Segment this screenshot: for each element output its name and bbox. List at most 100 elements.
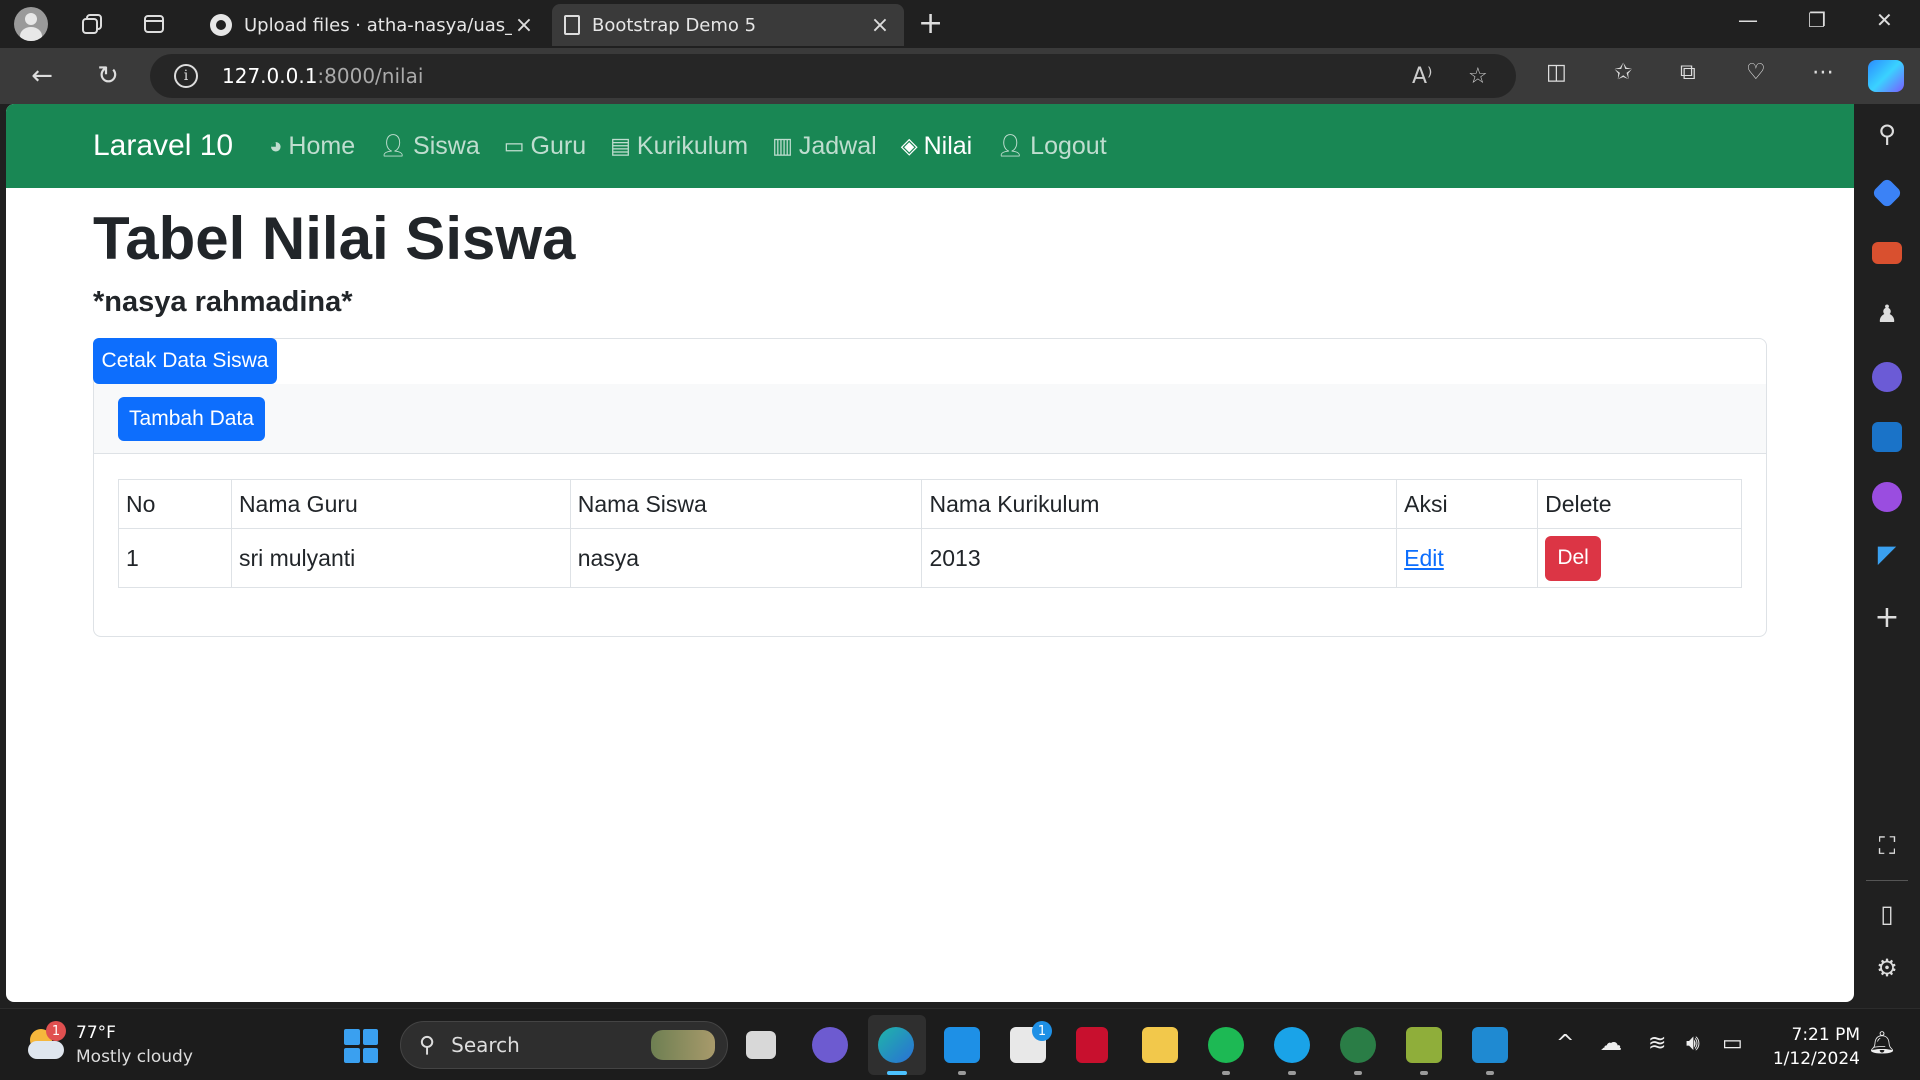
delete-button[interactable]: Del xyxy=(1545,535,1602,581)
nav-jadwal[interactable]: ▥ Jadwal xyxy=(772,132,877,161)
nav-kurikulum[interactable]: ▤ Kurikulum xyxy=(610,132,748,161)
app-indicator xyxy=(1486,1071,1494,1075)
add-icon[interactable]: + xyxy=(1870,600,1904,635)
mcafee-icon[interactable] xyxy=(1076,1027,1108,1063)
start-button[interactable] xyxy=(344,1029,378,1063)
nilai-table: No Nama Guru Nama Siswa Nama Kurikulum A… xyxy=(118,479,1742,588)
dashboard-icon: ◕ xyxy=(269,133,283,158)
tab-title: Bootstrap Demo 5 xyxy=(592,14,757,36)
address-bar[interactable]: i 127.0.0.1:8000/nilai A⁾ ☆ xyxy=(150,54,1516,98)
table-header-row: No Nama Guru Nama Siswa Nama Kurikulum A… xyxy=(118,479,1742,529)
active-app-indicator xyxy=(887,1071,907,1075)
more-options-icon[interactable]: ⋯ xyxy=(1812,60,1834,85)
copilot-icon[interactable] xyxy=(1868,60,1904,92)
workspaces-icon[interactable] xyxy=(74,6,110,42)
favorite-star-icon[interactable]: ☆ xyxy=(1468,64,1488,89)
teams-chat-icon[interactable] xyxy=(812,1027,848,1063)
cell-delete: Del xyxy=(1537,528,1742,588)
main-content: Tabel Nilai Siswa *nasya rahmadina* Ceta… xyxy=(93,188,1767,637)
tab-upload-files[interactable]: Upload files · atha-nasya/uas_nas × xyxy=(198,4,548,46)
screenshot-icon[interactable]: ⛶ xyxy=(1870,832,1904,860)
nav-guru[interactable]: ▭ Guru xyxy=(504,132,586,161)
tambah-data-button[interactable]: Tambah Data xyxy=(118,397,265,441)
send-icon[interactable]: ◤ xyxy=(1870,540,1904,568)
taskbar: 1 77°F Mostly cloudy ⚲ Search 1 ^ ☁ ≋ 🔊︎… xyxy=(0,1008,1920,1080)
nav-nilai[interactable]: ◈ Nilai xyxy=(901,132,973,161)
app-indicator xyxy=(958,1071,966,1075)
refresh-icon[interactable]: ↻ xyxy=(90,58,126,94)
file-explorer-icon[interactable] xyxy=(1142,1027,1178,1063)
outlook-icon[interactable] xyxy=(1872,422,1902,452)
cell-nama-kurikulum: 2013 xyxy=(921,528,1398,588)
minimize-icon[interactable]: — xyxy=(1738,8,1758,32)
clock-date: 1/12/2024 xyxy=(1772,1049,1860,1069)
wifi-icon[interactable]: ≋ xyxy=(1648,1031,1666,1056)
weather-description[interactable]: Mostly cloudy xyxy=(76,1047,193,1067)
nav-siswa-label: Siswa xyxy=(413,131,480,160)
games-icon[interactable]: ♟ xyxy=(1870,300,1904,328)
search-icon: ⚲ xyxy=(419,1032,436,1058)
favorites-icon[interactable]: ✩ xyxy=(1614,60,1632,85)
chevron-up-icon[interactable]: ^ xyxy=(1556,1031,1574,1056)
l-app-icon[interactable] xyxy=(944,1027,980,1063)
edge-browser-icon[interactable] xyxy=(878,1027,914,1063)
url-host: 127.0.0.1 xyxy=(222,64,318,88)
data-card: Cetak Data Siswa Tambah Data No Nama Gur… xyxy=(93,338,1767,637)
split-screen-icon[interactable]: ◫ xyxy=(1546,60,1567,85)
nav-home[interactable]: ◕ Home xyxy=(269,132,355,161)
sidebar-divider xyxy=(1866,880,1908,881)
shopping-tag-icon[interactable] xyxy=(1871,177,1903,209)
app-indicator xyxy=(1420,1071,1428,1075)
tab-actions-icon[interactable] xyxy=(136,6,172,42)
volume-icon[interactable]: 🔊︎ xyxy=(1686,1031,1700,1056)
taskbar-search[interactable]: ⚲ Search xyxy=(400,1021,728,1069)
profile-avatar[interactable] xyxy=(14,7,48,41)
vscode-icon[interactable] xyxy=(1472,1027,1508,1063)
collections-icon[interactable]: ⧉ xyxy=(1680,60,1696,85)
close-window-icon[interactable]: ✕ xyxy=(1876,8,1893,32)
tab-title: Upload files · atha-nasya/uas_nas xyxy=(244,14,512,36)
chalkboard-teacher-icon: ▭ xyxy=(503,133,525,158)
lambda-app-icon[interactable] xyxy=(1406,1027,1442,1063)
notification-bell-icon[interactable]: 🔔︎ xyxy=(1868,1031,1896,1056)
nav-kurikulum-label: Kurikulum xyxy=(636,131,749,160)
cell-nama-siswa: nasya xyxy=(569,528,923,588)
clock-time: 7:21 PM xyxy=(1791,1025,1861,1045)
new-tab-icon[interactable]: + xyxy=(918,6,943,41)
designer-icon[interactable] xyxy=(1872,482,1902,512)
browser-essentials-icon[interactable]: ♡ xyxy=(1746,60,1766,85)
tab-bootstrap-demo[interactable]: Bootstrap Demo 5 × xyxy=(552,4,904,46)
close-icon[interactable]: × xyxy=(512,13,536,38)
cloud-app-icon[interactable] xyxy=(1274,1027,1310,1063)
nav-jadwal-label: Jadwal xyxy=(798,131,877,160)
page-subtitle: *nasya rahmadina* xyxy=(93,286,353,318)
edit-link[interactable]: Edit xyxy=(1404,545,1444,571)
microsoft-365-icon[interactable] xyxy=(1872,362,1902,392)
search-icon[interactable]: ⚲ xyxy=(1870,120,1904,148)
hs-app-icon[interactable] xyxy=(1340,1027,1376,1063)
close-icon[interactable]: × xyxy=(868,13,892,38)
browser-toolbar: ← ↻ i 127.0.0.1:8000/nilai A⁾ ☆ ◫ ✩ ⧉ ♡ … xyxy=(0,48,1920,104)
info-icon[interactable]: i xyxy=(174,64,198,88)
nav-logout[interactable]: 👤︎ Logout xyxy=(996,132,1106,161)
tools-icon[interactable] xyxy=(1872,242,1902,264)
weather-temperature[interactable]: 77°F xyxy=(76,1023,116,1043)
app-indicator xyxy=(1354,1071,1362,1075)
onedrive-cloud-icon[interactable]: ☁ xyxy=(1600,1031,1622,1056)
page-title: Tabel Nilai Siswa xyxy=(93,205,576,272)
battery-icon[interactable]: ▭ xyxy=(1722,1031,1743,1056)
settings-gear-icon[interactable]: ⚙ xyxy=(1870,954,1904,982)
navbar-brand[interactable]: Laravel 10 xyxy=(93,129,233,163)
taskbar-clock[interactable]: 7:21 PM 1/12/2024 xyxy=(1764,1023,1860,1071)
store-badge: 1 xyxy=(1032,1021,1052,1041)
read-aloud-icon[interactable]: A⁾ xyxy=(1412,64,1432,89)
back-icon[interactable]: ← xyxy=(24,58,60,94)
nav-siswa[interactable]: 👤︎ Siswa xyxy=(379,132,480,161)
sidebar-panel-icon[interactable]: ▯ xyxy=(1870,900,1904,928)
restore-icon[interactable]: ❐ xyxy=(1808,8,1826,32)
nav-logout-label: Logout xyxy=(1030,131,1107,160)
task-view-icon[interactable] xyxy=(746,1031,776,1059)
app-indicator xyxy=(1288,1071,1296,1075)
spotify-icon[interactable] xyxy=(1208,1027,1244,1063)
cetak-data-button[interactable]: Cetak Data Siswa xyxy=(93,338,277,384)
